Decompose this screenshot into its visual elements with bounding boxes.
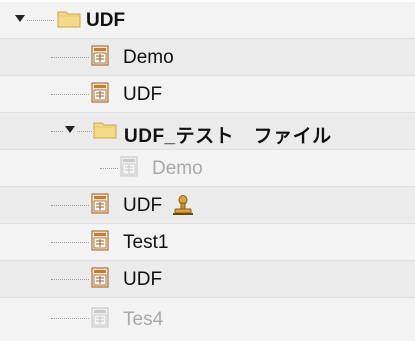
udf-file-icon: [91, 82, 109, 103]
udf-tree: UDF Demo UDF UDF_テスト ファイル Demo UDF Test1…: [0, 0, 415, 341]
udf-file-icon: [91, 193, 109, 214]
tree-item-label: Tes4: [123, 309, 164, 330]
tree-connector: [51, 279, 89, 280]
udf-file-icon: [91, 307, 109, 328]
tree-connector: [51, 242, 89, 243]
folder-icon: [93, 122, 117, 139]
tree-item-label: UDF: [123, 84, 163, 105]
tree-root-label: UDF: [86, 10, 126, 31]
tree-item-tes4[interactable]: Tes4: [0, 298, 415, 341]
tree-connector: [51, 205, 89, 206]
udf-file-icon: [91, 45, 109, 66]
tree-connector: [100, 168, 118, 169]
tree-item-test1[interactable]: Test1: [0, 224, 415, 261]
tree-connector: [27, 20, 54, 21]
tree-item-demo[interactable]: Demo: [0, 39, 415, 76]
udf-file-icon: [120, 156, 138, 177]
expand-arrow-icon[interactable]: [65, 126, 75, 133]
tree-item-label: UDF: [123, 195, 163, 216]
udf-file-icon: [91, 230, 109, 251]
tree-item-udf-signed[interactable]: UDF: [0, 187, 415, 224]
tree-connector: [51, 57, 89, 58]
signer-stamp-icon: [173, 195, 193, 215]
tree-connector: [77, 131, 92, 132]
tree-folder-label: UDF_テスト ファイル: [124, 126, 332, 147]
udf-file-icon: [91, 267, 109, 288]
tree-item-label: Demo: [123, 47, 174, 68]
tree-item-udf-2[interactable]: UDF: [0, 261, 415, 298]
tree-row-root[interactable]: UDF: [0, 2, 415, 39]
folder-icon: [57, 11, 81, 28]
tree-item-demo-child[interactable]: Demo: [0, 150, 415, 187]
tree-item-label: UDF: [123, 269, 163, 290]
tree-item-udf[interactable]: UDF: [0, 76, 415, 113]
tree-connector: [51, 131, 63, 132]
tree-item-label: Test1: [123, 232, 169, 253]
tree-item-label: Demo: [152, 158, 203, 179]
tree-folder-udf-test[interactable]: UDF_テスト ファイル: [0, 113, 415, 150]
tree-connector: [51, 94, 89, 95]
tree-connector: [51, 318, 89, 319]
expand-arrow-icon[interactable]: [15, 15, 25, 22]
